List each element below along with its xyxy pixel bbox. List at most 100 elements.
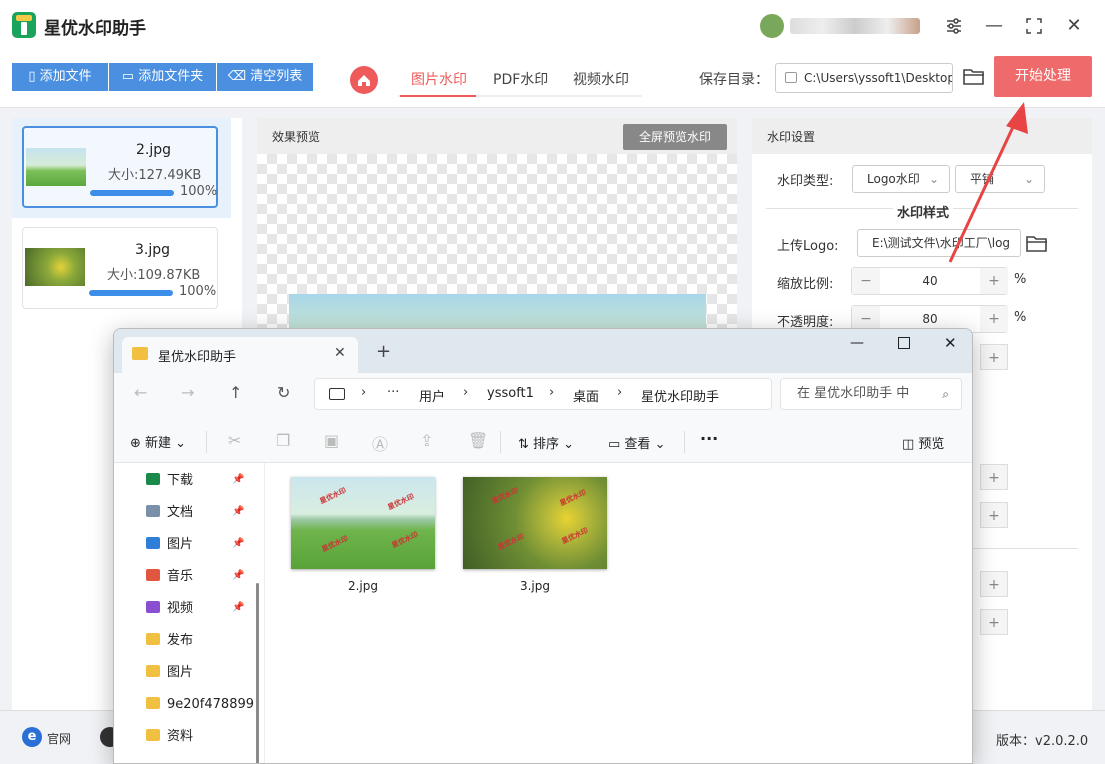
- increase-button[interactable]: +: [980, 609, 1008, 635]
- pin-icon[interactable]: 📌: [232, 474, 244, 485]
- sidebar-item[interactable]: 资料: [146, 727, 193, 747]
- breadcrumb-item[interactable]: yssoft1: [487, 386, 534, 401]
- sidebar-item-label: 图片: [167, 665, 194, 680]
- fullscreen-preview-button[interactable]: 全屏预览水印: [623, 124, 727, 150]
- sidebar-item[interactable]: 文档: [146, 503, 193, 523]
- watermark-mark: 星优水印: [318, 486, 348, 506]
- increase-button[interactable]: +: [980, 268, 1008, 294]
- pin-icon[interactable]: 📌: [232, 538, 244, 549]
- more-options-icon[interactable]: ···: [700, 429, 718, 448]
- user-avatar[interactable]: [760, 14, 784, 38]
- divider: [973, 548, 1078, 549]
- sidebar-item[interactable]: 视频: [146, 599, 193, 619]
- search-icon: ⌕: [942, 387, 949, 401]
- file-thumbnail: [25, 248, 85, 286]
- tab-pdf-watermark[interactable]: PDF水印: [493, 69, 548, 89]
- sidebar-item[interactable]: 图片: [146, 535, 193, 555]
- watermark-type-value: Logo水印: [867, 172, 920, 186]
- preview-pane-label: 预览: [918, 437, 945, 452]
- preview-pane-button[interactable]: ◫ 预览: [902, 433, 944, 452]
- tab-video-watermark[interactable]: 视频水印: [573, 69, 629, 89]
- new-tab-icon[interactable]: +: [376, 341, 391, 362]
- explorer-tab-title: 星优水印助手: [158, 350, 237, 365]
- refresh-icon[interactable]: ↻: [277, 383, 290, 402]
- search-input[interactable]: 在 星优水印助手 中 ⌕: [780, 378, 962, 410]
- breadcrumb-item[interactable]: 桌面: [573, 386, 599, 405]
- settings-title: 水印设置: [767, 130, 816, 144]
- increase-button[interactable]: +: [980, 502, 1008, 528]
- watermark-mark: 星优水印: [386, 492, 416, 512]
- close-icon[interactable]: ✕: [944, 334, 957, 352]
- file-size: 大小:127.49KB: [108, 168, 202, 183]
- clear-list-button[interactable]: ⌫ 清空列表: [217, 63, 313, 91]
- increase-button[interactable]: +: [980, 344, 1008, 370]
- website-link[interactable]: 官网: [47, 730, 71, 747]
- website-icon[interactable]: e: [22, 727, 42, 747]
- folder-icon: [146, 697, 160, 709]
- add-file-button[interactable]: ▯ 添加文件: [12, 63, 108, 91]
- address-box[interactable]: › ··· 用户 › yssoft1 › 桌面 › 星优水印助手: [314, 378, 772, 410]
- forward-arrow-icon[interactable]: →: [181, 383, 194, 402]
- delete-icon[interactable]: 🗑: [468, 431, 488, 450]
- separator: [684, 431, 685, 453]
- app-title: 星优水印助手: [44, 19, 146, 39]
- pin-icon[interactable]: 📌: [232, 602, 244, 613]
- image-thumbnail[interactable]: 星优水印 星优水印 星优水印 星优水印: [291, 477, 435, 569]
- rename-icon[interactable]: Ⓐ: [372, 431, 388, 455]
- thumbnail-label[interactable]: 2.jpg: [291, 579, 435, 593]
- scale-value[interactable]: 40: [880, 268, 980, 294]
- settings-sliders-icon[interactable]: [940, 12, 968, 40]
- breadcrumb-overflow[interactable]: ···: [387, 385, 399, 400]
- home-button[interactable]: [350, 66, 378, 94]
- chevron-right-icon: ›: [549, 385, 555, 400]
- increase-button[interactable]: +: [980, 464, 1008, 490]
- minimize-icon[interactable]: —: [980, 12, 1008, 40]
- version-label: 版本：v2.0.2.0: [996, 734, 1089, 749]
- clear-list-label: 清空列表: [250, 69, 303, 84]
- progress-bar: [90, 190, 174, 196]
- maximize-icon[interactable]: [1020, 12, 1048, 40]
- decrease-button[interactable]: −: [852, 268, 880, 294]
- up-arrow-icon[interactable]: ↑: [229, 383, 242, 402]
- sidebar-item[interactable]: 9e20f478899c: [146, 695, 254, 715]
- sidebar-item[interactable]: 发布: [146, 631, 193, 651]
- cut-icon[interactable]: ✂: [228, 431, 241, 450]
- sidebar-item[interactable]: 音乐: [146, 567, 193, 587]
- paste-icon[interactable]: ▣: [324, 431, 339, 450]
- copy-icon[interactable]: ❐: [276, 431, 290, 450]
- save-dir-input[interactable]: C:\Users\yssoft1\Desktop: [775, 63, 953, 93]
- scale-stepper[interactable]: − 40 +: [851, 267, 1008, 295]
- nav-scrollbar[interactable]: [256, 583, 259, 763]
- folder-icon: [146, 665, 160, 677]
- pin-icon[interactable]: 📌: [232, 570, 244, 581]
- maximize-icon[interactable]: [898, 337, 910, 349]
- new-button[interactable]: ⊕ 新建 ⌄: [130, 432, 186, 451]
- back-arrow-icon[interactable]: ←: [134, 383, 147, 402]
- thumbnail-label[interactable]: 3.jpg: [463, 579, 607, 593]
- share-icon[interactable]: ⇪: [420, 431, 433, 450]
- sidebar-item[interactable]: 下载: [146, 471, 193, 491]
- close-tab-icon[interactable]: ✕: [334, 345, 346, 361]
- browse-folder-icon[interactable]: [963, 66, 985, 90]
- sidebar-item-label: 图片: [167, 537, 194, 552]
- explorer-tab[interactable]: 星优水印助手 ✕: [122, 337, 358, 373]
- library-icon: [146, 505, 160, 517]
- add-folder-button[interactable]: ▭ 添加文件夹: [109, 63, 216, 91]
- close-icon[interactable]: ✕: [1060, 12, 1088, 40]
- sort-button[interactable]: ⇅ 排序 ⌄: [518, 433, 574, 452]
- sort-label: 排序: [533, 437, 560, 452]
- pin-icon[interactable]: 📌: [232, 506, 244, 517]
- image-thumbnail[interactable]: 星优水印 星优水印 星优水印 星优水印: [463, 477, 607, 569]
- file-item[interactable]: 2.jpg 大小:127.49KB 100%: [22, 126, 218, 208]
- increase-button[interactable]: +: [980, 306, 1008, 332]
- sidebar-item[interactable]: 图片: [146, 663, 193, 683]
- tab-image-watermark[interactable]: 图片水印: [411, 69, 467, 89]
- sidebar-item-label: 视频: [167, 601, 194, 616]
- view-button[interactable]: ▭ 查看 ⌄: [608, 433, 665, 452]
- minimize-icon[interactable]: —: [850, 335, 864, 351]
- breadcrumb-item[interactable]: 用户: [419, 386, 445, 405]
- library-icon: [146, 569, 160, 581]
- file-item[interactable]: 3.jpg 大小:109.87KB 100%: [22, 227, 218, 309]
- breadcrumb-item[interactable]: 星优水印助手: [641, 386, 719, 405]
- increase-button[interactable]: +: [980, 571, 1008, 597]
